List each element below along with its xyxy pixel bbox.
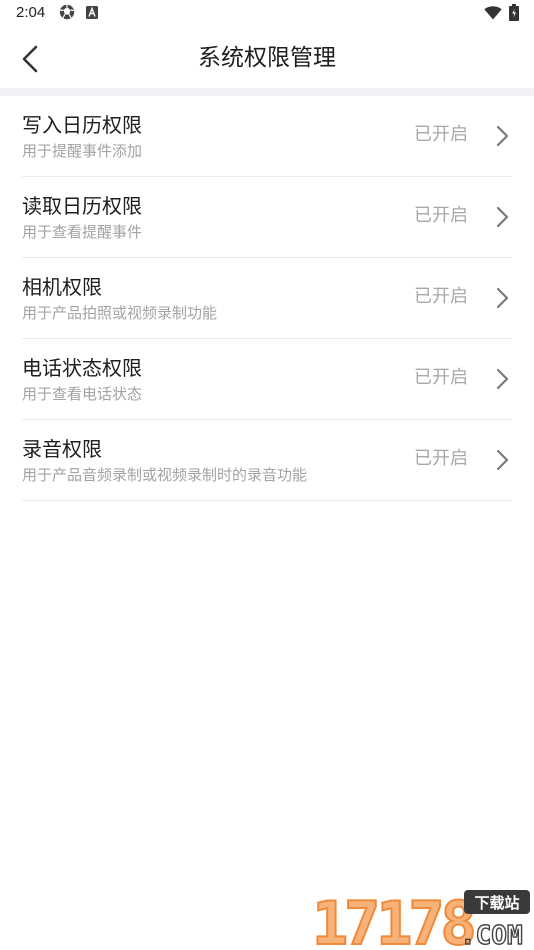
permission-title: 电话状态权限 [22,356,142,380]
chevron-right-icon [496,206,509,228]
watermark-suffix: .COM [460,921,523,950]
status-bar: 2:04 [0,0,534,28]
site-watermark-logo: 17178 下载站 .COM [311,888,530,950]
aperture-icon [59,4,75,20]
permission-item-calendar-read[interactable]: 读取日历权限 用于查看提醒事件 已开启 [0,177,534,258]
permission-status: 已开启 [414,286,468,307]
row-divider [22,500,512,501]
permission-list: 写入日历权限 用于提醒事件添加 已开启 读取日历权限 用于查看提醒事件 已开启 … [0,96,534,501]
permission-item-calendar-write[interactable]: 写入日历权限 用于提醒事件添加 已开启 [0,96,534,177]
font-a-icon [86,6,98,19]
page-title: 系统权限管理 [198,45,336,71]
permission-description: 用于提醒事件添加 [22,142,143,160]
permission-title: 写入日历权限 [22,113,142,137]
chevron-right-icon [496,287,509,309]
permission-description: 用于产品拍照或视频录制功能 [22,304,218,322]
permission-title: 相机权限 [22,275,102,299]
battery-icon [509,4,519,21]
permission-item-camera[interactable]: 相机权限 用于产品拍照或视频录制功能 已开启 [0,258,534,339]
wifi-icon [484,6,502,20]
permission-status: 已开启 [414,124,468,145]
permission-description: 用于查看提醒事件 [22,223,143,241]
watermark-number: 17178 [312,889,473,950]
permission-title: 录音权限 [22,437,102,461]
app-header: 系统权限管理 [0,28,534,88]
permission-status: 已开启 [414,367,468,388]
status-time: 2:04 [16,4,46,21]
permission-item-audio-record[interactable]: 录音权限 用于产品音频录制或视频录制时的录音功能 已开启 [0,420,534,501]
permission-title: 读取日历权限 [22,194,142,218]
permission-description: 用于产品音频录制或视频录制时的录音功能 [22,466,308,484]
permission-status: 已开启 [414,205,468,226]
permission-description: 用于查看电话状态 [22,385,143,403]
permission-item-phone-state[interactable]: 电话状态权限 用于查看电话状态 已开启 [0,339,534,420]
header-divider [0,88,534,96]
chevron-right-icon [496,449,509,471]
chevron-right-icon [496,125,509,147]
watermark-badge: 下载站 [474,894,519,912]
permission-status: 已开启 [414,448,468,469]
chevron-right-icon [496,368,509,390]
